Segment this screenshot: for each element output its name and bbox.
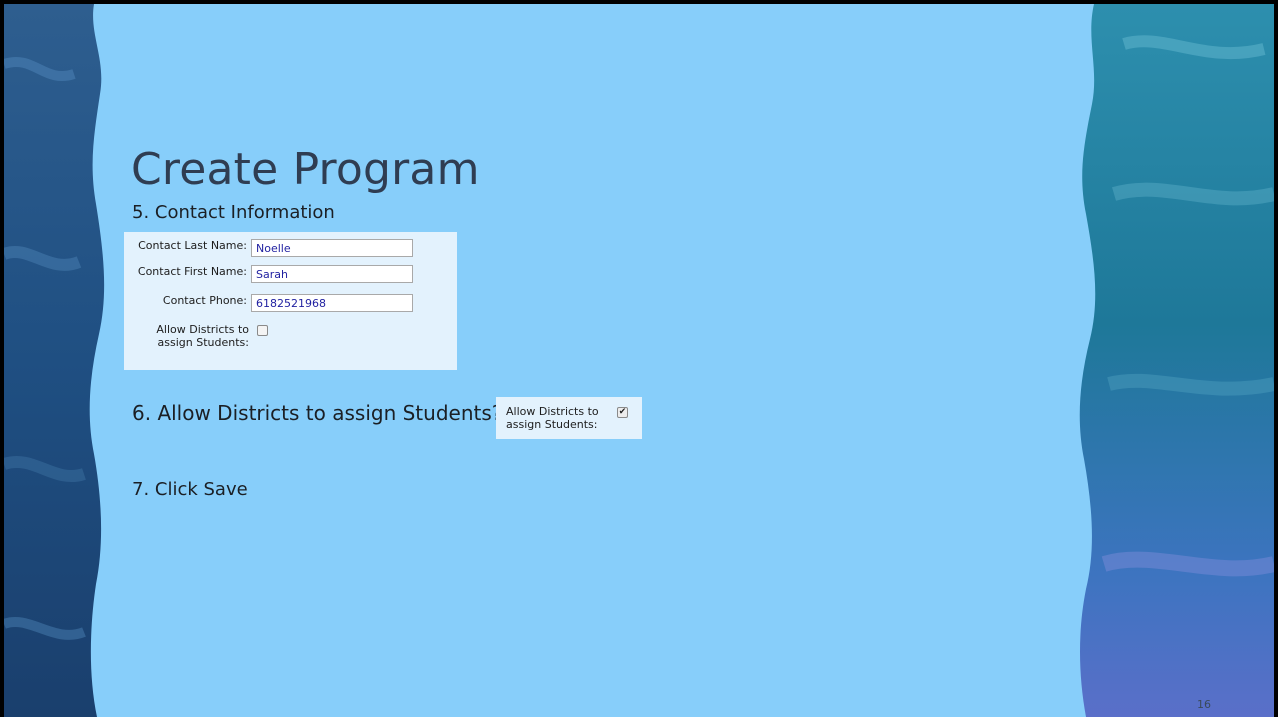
slide: Create Program 5. Contact Information Co… [4, 4, 1274, 717]
allow-example-label-line2: assign Students: [506, 418, 598, 431]
allow-example-label-line1: Allow Districts to [506, 405, 599, 418]
step-5-label: 5. Contact Information [132, 202, 335, 223]
allow-districts-label-line1: Allow Districts to [156, 323, 249, 336]
checkmark-icon: ✔ [618, 407, 627, 417]
step-7-label: 7. Click Save [132, 479, 248, 500]
contact-form-panel: Contact Last Name: Noelle Contact First … [124, 232, 457, 370]
step-6-label: 6. Allow Districts to assign Students? [132, 401, 503, 425]
page-number: 16 [1197, 698, 1211, 711]
slide-title: Create Program [131, 144, 480, 195]
first-name-label: Contact First Name: [137, 265, 247, 278]
phone-label: Contact Phone: [162, 294, 247, 307]
first-name-input[interactable]: Sarah [251, 265, 413, 283]
allow-districts-checkbox-checked[interactable]: ✔ [617, 407, 628, 418]
allow-example-label: Allow Districts to assign Students: [506, 405, 599, 431]
last-name-input[interactable]: Noelle [251, 239, 413, 257]
last-name-label: Contact Last Name: [138, 239, 247, 252]
allow-districts-checkbox[interactable] [257, 325, 268, 336]
allow-districts-label: Allow Districts to assign Students: [156, 323, 249, 349]
allow-districts-example-panel: Allow Districts to assign Students: ✔ [496, 397, 642, 439]
phone-input[interactable]: 6182521968 [251, 294, 413, 312]
allow-districts-label-line2: assign Students: [157, 336, 249, 349]
